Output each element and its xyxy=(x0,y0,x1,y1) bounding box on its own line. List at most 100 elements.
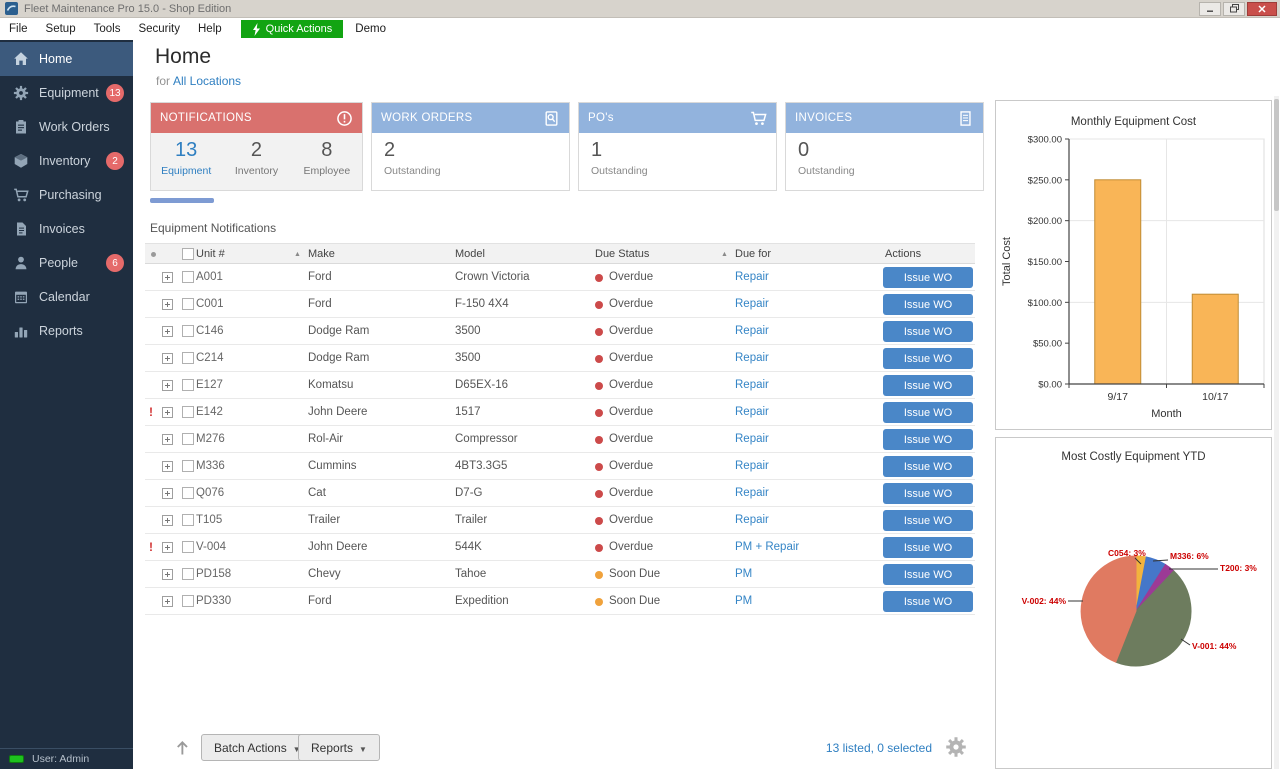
row-checkbox[interactable] xyxy=(182,568,194,580)
invoices-card-header[interactable]: INVOICES xyxy=(786,103,983,133)
table-row[interactable]: A001FordCrown VictoriaOverdueRepairIssue… xyxy=(145,264,975,291)
issue-wo-button[interactable]: Issue WO xyxy=(883,456,973,477)
expand-row-button[interactable] xyxy=(162,380,173,391)
menu-item-demo[interactable]: Demo xyxy=(355,23,386,35)
row-checkbox[interactable] xyxy=(182,595,194,607)
issue-wo-button[interactable]: Issue WO xyxy=(883,294,973,315)
restore-button[interactable] xyxy=(1223,2,1245,16)
expand-row-button[interactable] xyxy=(162,461,173,472)
sidebar-item-inventory[interactable]: Inventory2 xyxy=(0,144,133,178)
column-header-model[interactable]: Model xyxy=(455,248,485,260)
due-for-link[interactable]: PM xyxy=(735,595,752,607)
settings-gear-icon[interactable] xyxy=(945,736,967,758)
expand-row-button[interactable] xyxy=(162,542,173,553)
column-header-actions[interactable]: Actions xyxy=(885,248,921,260)
due-for-link[interactable]: PM + Repair xyxy=(735,541,799,553)
sort-ascending-icon[interactable]: ▲ xyxy=(721,251,728,258)
quick-actions-button[interactable]: Quick Actions xyxy=(241,20,344,38)
due-for-link[interactable]: Repair xyxy=(735,433,769,445)
menu-item-file[interactable]: File xyxy=(0,23,37,35)
issue-wo-button[interactable]: Issue WO xyxy=(883,321,973,342)
collapse-up-icon[interactable] xyxy=(173,736,193,758)
sidebar-item-calendar[interactable]: Calendar xyxy=(0,280,133,314)
issue-wo-button[interactable]: Issue WO xyxy=(883,348,973,369)
expand-row-button[interactable] xyxy=(162,407,173,418)
issue-wo-button[interactable]: Issue WO xyxy=(883,429,973,450)
notification-stat-equipment[interactable]: 13Equipment xyxy=(151,133,221,190)
column-header-due-for[interactable]: Due for xyxy=(735,248,771,260)
sidebar-item-purchasing[interactable]: Purchasing xyxy=(0,178,133,212)
column-header-make[interactable]: Make xyxy=(308,248,335,260)
menu-item-tools[interactable]: Tools xyxy=(85,23,130,35)
table-row[interactable]: Q076CatD7-GOverdueRepairIssue WO xyxy=(145,480,975,507)
issue-wo-button[interactable]: Issue WO xyxy=(883,483,973,504)
sidebar-item-work-orders[interactable]: Work Orders xyxy=(0,110,133,144)
notification-stat-employee[interactable]: 8Employee xyxy=(292,133,362,190)
scrollbar-thumb[interactable] xyxy=(1274,99,1279,211)
due-for-link[interactable]: Repair xyxy=(735,352,769,364)
due-for-link[interactable]: Repair xyxy=(735,379,769,391)
due-for-link[interactable]: Repair xyxy=(735,460,769,472)
due-for-link[interactable]: Repair xyxy=(735,271,769,283)
sidebar-item-equipment[interactable]: Equipment13 xyxy=(0,76,133,110)
expand-row-button[interactable] xyxy=(162,353,173,364)
issue-wo-button[interactable]: Issue WO xyxy=(883,510,973,531)
row-checkbox[interactable] xyxy=(182,406,194,418)
row-checkbox[interactable] xyxy=(182,433,194,445)
table-row[interactable]: PD330FordExpeditionSoon DuePMIssue WO xyxy=(145,588,975,615)
expand-row-button[interactable] xyxy=(162,326,173,337)
table-row[interactable]: PD158ChevyTahoeSoon DuePMIssue WO xyxy=(145,561,975,588)
close-button[interactable] xyxy=(1247,2,1277,16)
notification-stat-inventory[interactable]: 2Inventory xyxy=(221,133,291,190)
reports-button[interactable]: Reports▼ xyxy=(298,734,380,761)
sidebar-item-reports[interactable]: Reports xyxy=(0,314,133,348)
issue-wo-button[interactable]: Issue WO xyxy=(883,591,973,612)
work-orders-card-header[interactable]: WORK ORDERS xyxy=(372,103,569,133)
sidebar-item-people[interactable]: People6 xyxy=(0,246,133,280)
table-row[interactable]: M276Rol-AirCompressorOverdueRepairIssue … xyxy=(145,426,975,453)
table-row[interactable]: !E142John Deere1517OverdueRepairIssue WO xyxy=(145,399,975,426)
row-checkbox[interactable] xyxy=(182,379,194,391)
menu-item-help[interactable]: Help xyxy=(189,23,231,35)
column-header-unit-[interactable]: Unit # xyxy=(196,248,225,260)
expand-row-button[interactable] xyxy=(162,434,173,445)
due-for-link[interactable]: Repair xyxy=(735,325,769,337)
menu-item-security[interactable]: Security xyxy=(129,23,189,35)
row-checkbox[interactable] xyxy=(182,514,194,526)
table-row[interactable]: M336Cummins4BT3.3G5OverdueRepairIssue WO xyxy=(145,453,975,480)
all-locations-link[interactable]: All Locations xyxy=(173,74,241,88)
select-all-checkbox[interactable] xyxy=(182,248,194,260)
table-row[interactable]: C001FordF-150 4X4OverdueRepairIssue WO xyxy=(145,291,975,318)
issue-wo-button[interactable]: Issue WO xyxy=(883,564,973,585)
row-checkbox[interactable] xyxy=(182,487,194,499)
row-checkbox[interactable] xyxy=(182,298,194,310)
menu-item-setup[interactable]: Setup xyxy=(37,23,85,35)
due-for-link[interactable]: Repair xyxy=(735,487,769,499)
row-checkbox[interactable] xyxy=(182,325,194,337)
table-row[interactable]: !V-004John Deere544KOverduePM + RepairIs… xyxy=(145,534,975,561)
row-checkbox[interactable] xyxy=(182,460,194,472)
sidebar-item-invoices[interactable]: Invoices xyxy=(0,212,133,246)
minimize-button[interactable] xyxy=(1199,2,1221,16)
pos-card-header[interactable]: PO's xyxy=(579,103,776,133)
notifications-card-header[interactable]: NOTIFICATIONS xyxy=(151,103,362,133)
batch-actions-button[interactable]: Batch Actions▼ xyxy=(201,734,314,761)
expand-row-button[interactable] xyxy=(162,596,173,607)
issue-wo-button[interactable]: Issue WO xyxy=(883,537,973,558)
issue-wo-button[interactable]: Issue WO xyxy=(883,402,973,423)
expand-row-button[interactable] xyxy=(162,299,173,310)
row-checkbox[interactable] xyxy=(182,352,194,364)
due-for-link[interactable]: Repair xyxy=(735,298,769,310)
cards-scroll-indicator[interactable] xyxy=(150,198,214,203)
expand-row-button[interactable] xyxy=(162,515,173,526)
due-for-link[interactable]: PM xyxy=(735,568,752,580)
expand-row-button[interactable] xyxy=(162,488,173,499)
expand-row-button[interactable] xyxy=(162,272,173,283)
table-row[interactable]: T105TrailerTrailerOverdueRepairIssue WO xyxy=(145,507,975,534)
table-row[interactable]: C146Dodge Ram3500OverdueRepairIssue WO xyxy=(145,318,975,345)
sidebar-item-home[interactable]: Home xyxy=(0,42,133,76)
issue-wo-button[interactable]: Issue WO xyxy=(883,267,973,288)
due-for-link[interactable]: Repair xyxy=(735,406,769,418)
column-header-due-status[interactable]: Due Status xyxy=(595,248,649,260)
issue-wo-button[interactable]: Issue WO xyxy=(883,375,973,396)
